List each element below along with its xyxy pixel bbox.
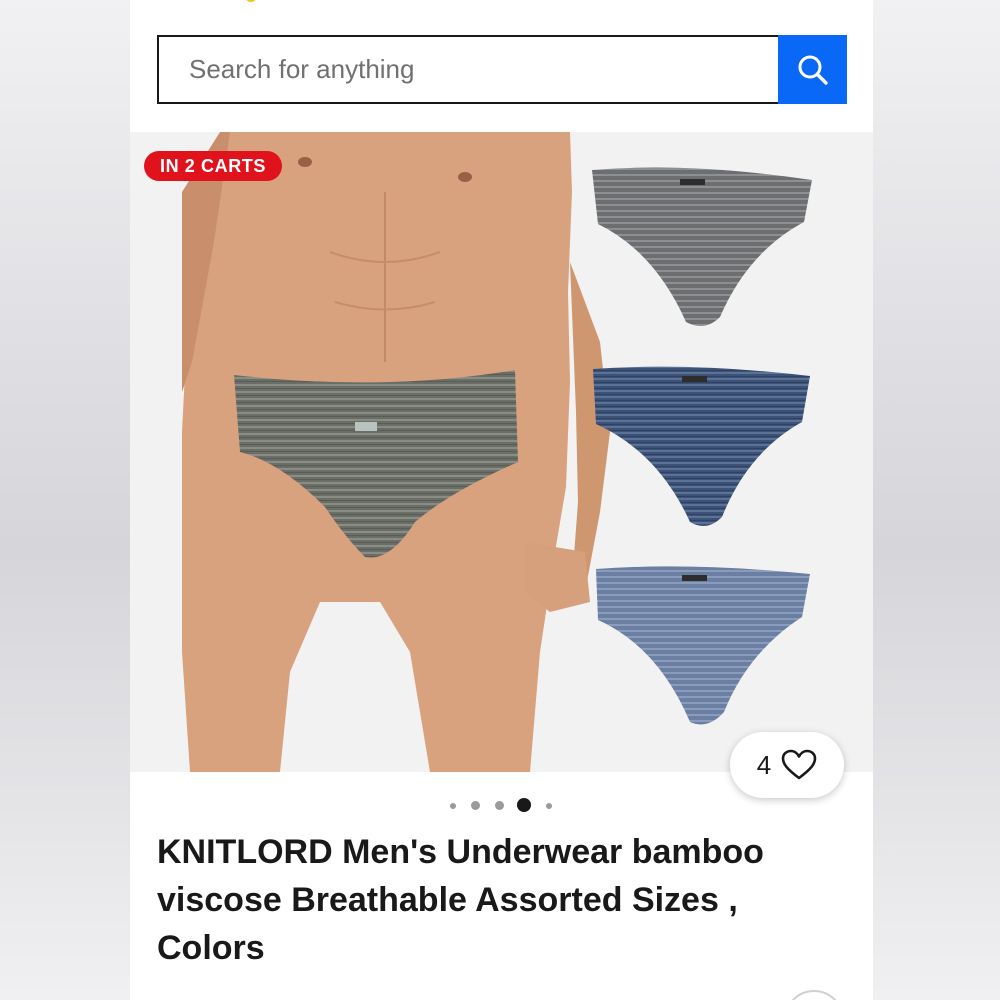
product-photo — [182, 132, 812, 772]
pagination-dot[interactable] — [450, 803, 456, 809]
search-icon — [798, 55, 828, 85]
pagination-dot[interactable] — [546, 803, 552, 809]
product-image[interactable]: IN 2 CARTS — [130, 132, 873, 772]
pagination-dot[interactable] — [471, 801, 480, 810]
pagination-dot-active[interactable] — [517, 798, 531, 812]
image-pagination — [448, 796, 558, 816]
search-bar — [157, 35, 847, 104]
search-button[interactable] — [778, 35, 847, 104]
pagination-dot[interactable] — [495, 801, 504, 810]
logo-fragment — [246, 0, 256, 2]
watch-button[interactable]: 4 — [730, 732, 844, 798]
search-input[interactable] — [157, 35, 778, 104]
phone-screen: IN 2 CARTS 4 KNITLORD Men's Underwear ba… — [130, 0, 873, 1000]
share-button-partial[interactable] — [784, 990, 844, 1000]
background-blur-right — [873, 0, 1000, 1000]
watch-count: 4 — [756, 749, 772, 780]
background-blur-left — [0, 0, 130, 1000]
in-carts-badge: IN 2 CARTS — [144, 151, 283, 181]
listing-title: KNITLORD Men's Underwear bamboo viscose … — [157, 833, 764, 967]
heart-icon — [781, 749, 817, 780]
